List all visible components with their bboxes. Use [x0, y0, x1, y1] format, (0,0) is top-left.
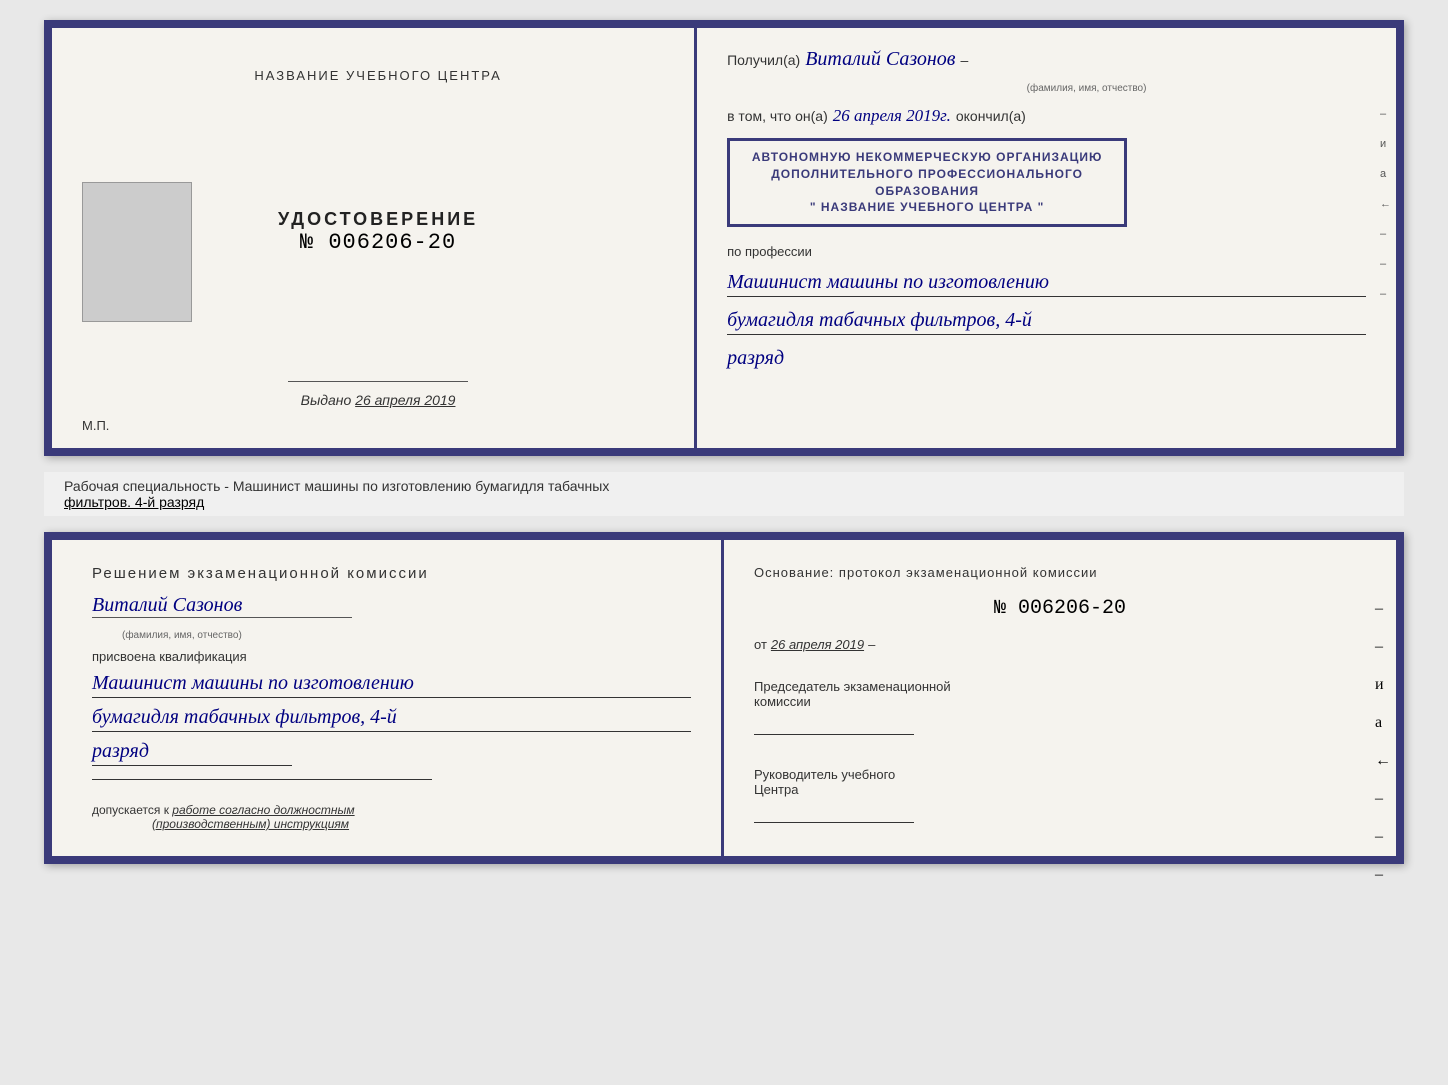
vtom-line: в том, что он(а) 26 апреля 2019г. окончи…: [727, 106, 1366, 126]
mp-label: М.П.: [82, 418, 109, 433]
bottom-right-panel: Основание: протокол экзаменационной коми…: [724, 540, 1396, 856]
udostoverenie-title: УДОСТОВЕРЕНИЕ: [278, 209, 478, 230]
annotation-bar: Рабочая специальность - Машинист машины …: [44, 472, 1404, 516]
kval-line3: разряд: [92, 740, 292, 766]
osnovanie-text: Основание: протокол экзаменационной коми…: [754, 565, 1366, 580]
professiya-line2: бумагидля табачных фильтров, 4-й: [727, 309, 1366, 335]
bottom-side-labels: – – и а ← – – –: [1375, 600, 1391, 884]
kval-line1: Машинист машины по изготовлению: [92, 672, 691, 698]
komissia-title: Решением экзаменационной комиссии: [92, 565, 691, 582]
udostoverenie-number: № 006206-20: [278, 230, 478, 255]
professiya-line1: Машинист машины по изготовлению: [727, 271, 1366, 297]
certificate-bottom: Решением экзаменационной комиссии Витали…: [44, 532, 1404, 864]
predsedatel-signature: [754, 734, 914, 735]
kval-line2: бумагидля табачных фильтров, 4-й: [92, 706, 691, 732]
ot-date-line: от 26 апреля 2019 –: [754, 637, 1366, 652]
rukovoditel-signature: [754, 822, 914, 823]
poluchil-sublabel: (фамилия, имя, отчество): [807, 83, 1366, 94]
bottom-left-panel: Решением экзаменационной комиссии Витали…: [52, 540, 724, 856]
bottom-name: Виталий Сазонов: [92, 594, 242, 616]
side-labels-right: – и а ← – – –: [1380, 108, 1391, 300]
dopuskaetsya-block: допускается к работе согласно должностны…: [92, 803, 691, 831]
diploma-right-panel: Получил(а) Виталий Сазонов – (фамилия, и…: [697, 28, 1396, 448]
annotation-text-normal: Рабочая специальность - Машинист машины …: [64, 478, 609, 494]
diploma-left-panel: НАЗВАНИЕ УЧЕБНОГО ЦЕНТРА УДОСТОВЕРЕНИЕ №…: [52, 28, 697, 448]
predsedatel-block: Председатель экзаменационной комиссии: [754, 679, 1366, 735]
stamp-block: АВТОНОМНУЮ НЕКОММЕРЧЕСКУЮ ОРГАНИЗАЦИЮ ДО…: [727, 138, 1127, 227]
center-title: НАЗВАНИЕ УЧЕБНОГО ЦЕНТРА: [254, 68, 501, 83]
vydano-line: Выдано 26 апреля 2019: [288, 392, 468, 408]
poluchil-line: Получил(а) Виталий Сазонов –: [727, 48, 1366, 71]
professiya-line3: разряд: [727, 347, 1366, 370]
prisvoena-label: присвоена квалификация: [92, 649, 691, 664]
rukovoditel-block: Руководитель учебного Центра: [754, 767, 1366, 823]
diploma-top: НАЗВАНИЕ УЧЕБНОГО ЦЕНТРА УДОСТОВЕРЕНИЕ №…: [44, 20, 1404, 456]
photo-placeholder: [82, 182, 192, 322]
bottom-name-sub: (фамилия, имя, отчество): [122, 630, 691, 641]
udostoverenie-block: УДОСТОВЕРЕНИЕ № 006206-20: [278, 209, 478, 255]
annotation-text-underline: фильтров. 4-й разряд: [64, 494, 204, 510]
poprofessii-label: по профессии: [727, 244, 1366, 259]
protocol-number: № 006206-20: [754, 597, 1366, 620]
